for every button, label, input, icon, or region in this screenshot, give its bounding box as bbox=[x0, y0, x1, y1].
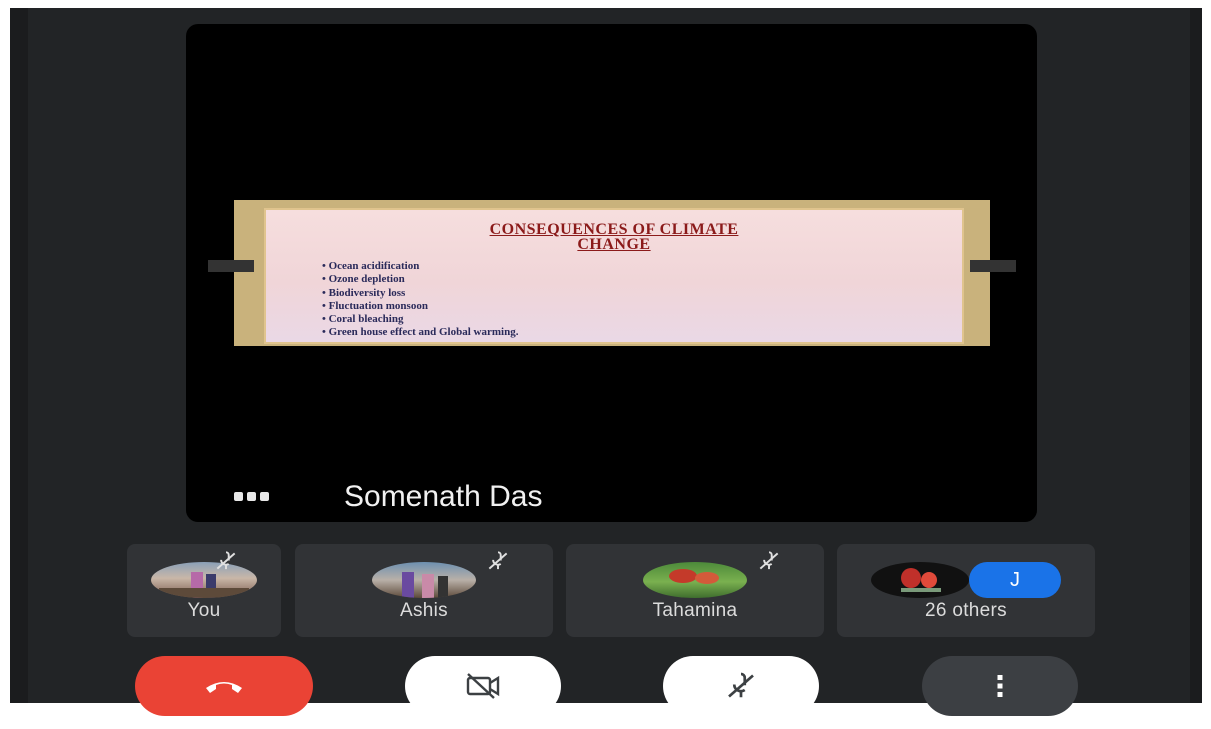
camera-off-icon bbox=[466, 673, 500, 699]
participant-tile-ashis[interactable]: Ashis bbox=[295, 544, 553, 637]
slide-bullet: Ocean acidification bbox=[322, 260, 518, 273]
avatar-tahamina bbox=[643, 562, 747, 598]
avatar-you bbox=[151, 562, 257, 598]
dot bbox=[260, 491, 269, 501]
end-call-button[interactable] bbox=[135, 656, 313, 716]
avatar-ashis bbox=[372, 562, 476, 598]
slide-title-line-1: CONSEQUENCES OF CLIMATE bbox=[489, 221, 739, 238]
mic-off-icon bbox=[728, 672, 754, 698]
participant-name: Tahamina bbox=[652, 600, 738, 621]
slide-bullet: Fluctuation monsoon bbox=[322, 300, 518, 313]
slide-tab-left bbox=[208, 260, 254, 272]
mic-off-icon bbox=[488, 551, 508, 570]
avatar-others-photo bbox=[871, 562, 969, 598]
participant-name: 26 others bbox=[925, 600, 1007, 621]
slide-bullet-list: Ocean acidification Ozone depletion Biod… bbox=[322, 260, 519, 340]
slide-bullet: Ozone depletion bbox=[322, 273, 518, 286]
avatar-badge: J bbox=[969, 562, 1061, 598]
left-edge bbox=[10, 8, 28, 703]
participant-name: Ashis bbox=[400, 600, 448, 621]
participant-tile-tahamina[interactable]: Tahamina bbox=[566, 544, 824, 637]
participant-name: You bbox=[187, 600, 221, 621]
camera-toggle-button[interactable] bbox=[405, 656, 561, 716]
mic-off-icon bbox=[216, 551, 236, 570]
mic-off-icon bbox=[759, 551, 779, 570]
slide-bullet: Biodiversity loss bbox=[322, 287, 518, 300]
slide-bullet: Green house effect and Global warming. bbox=[322, 326, 519, 339]
participant-tile-you[interactable]: You bbox=[127, 544, 281, 637]
shared-slide: CONSEQUENCES OF CLIMATE CHANGE Ocean aci… bbox=[208, 200, 1016, 346]
avatar-initial: J bbox=[1010, 568, 1020, 591]
slide-title-line-2: CHANGE bbox=[577, 236, 651, 253]
presenter-bar bbox=[186, 472, 1037, 522]
presenter-more-icon[interactable] bbox=[234, 490, 274, 502]
presenter-name: Somenath Das bbox=[344, 480, 543, 513]
slide-content: CONSEQUENCES OF CLIMATE CHANGE Ocean aci… bbox=[264, 208, 964, 344]
dot bbox=[234, 491, 243, 501]
slide-title: CONSEQUENCES OF CLIMATE CHANGE bbox=[266, 221, 962, 253]
more-vertical-icon bbox=[997, 675, 1003, 697]
slide-bullet: Coral bleaching bbox=[322, 313, 518, 326]
dot bbox=[247, 491, 256, 501]
participant-tile-others[interactable]: J 26 others bbox=[837, 544, 1095, 637]
slide-tab-right bbox=[970, 260, 1016, 272]
more-options-button[interactable] bbox=[922, 656, 1078, 716]
right-edge bbox=[1190, 8, 1202, 703]
presenter-video[interactable]: CONSEQUENCES OF CLIMATE CHANGE Ocean aci… bbox=[186, 24, 1037, 522]
phone-hangup-icon bbox=[206, 682, 242, 693]
mic-toggle-button[interactable] bbox=[663, 656, 819, 716]
